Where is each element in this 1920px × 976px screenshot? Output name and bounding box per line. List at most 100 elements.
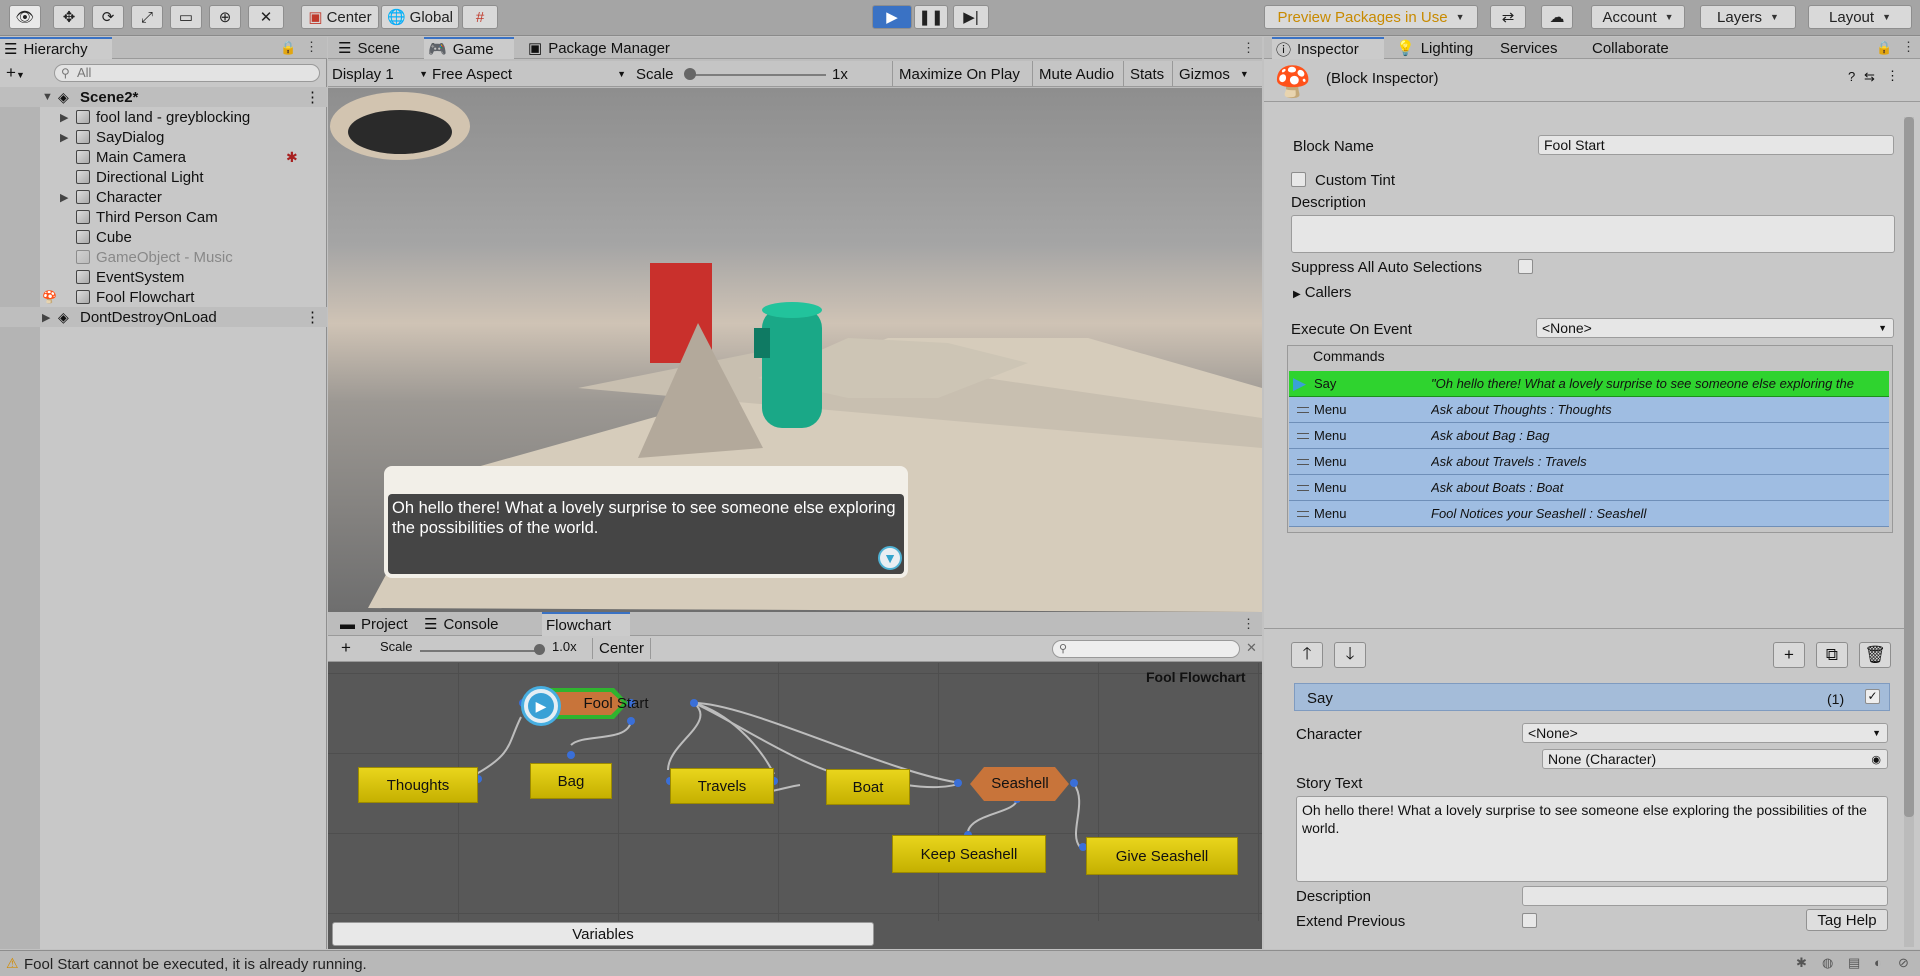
tab-game[interactable]: 🎮 Game	[424, 37, 514, 59]
story-text-field[interactable]: Oh hello there! What a lovely surprise t…	[1296, 796, 1888, 882]
callers-foldout[interactable]: ▶ Callers	[1293, 284, 1351, 301]
mute-audio-toggle[interactable]: Mute Audio	[1032, 61, 1114, 87]
debug-icon[interactable]: ✱	[1796, 955, 1807, 971]
gizmos-dropdown[interactable]: Gizmos ▼	[1172, 61, 1249, 87]
extend-previous-checkbox[interactable]	[1522, 913, 1537, 928]
progress-icon[interactable]: ◍	[1822, 955, 1833, 971]
tab-package-manager[interactable]: ▣ Package Manager	[524, 37, 694, 59]
tab-console[interactable]: ☰ Console	[420, 612, 510, 636]
expand-arrow-icon[interactable]: ▶	[60, 191, 68, 204]
scene-row[interactable]: ▼ ◈ Scene2* ⋮	[0, 87, 327, 107]
drag-handle-icon[interactable]	[1297, 510, 1309, 517]
node-bag[interactable]: Bag	[530, 763, 612, 799]
rect-tool-icon[interactable]: ▭	[170, 5, 202, 29]
lock-icon[interactable]: 🔒	[280, 40, 296, 56]
stats-toggle[interactable]: Stats	[1123, 61, 1164, 87]
view-tool-icon[interactable]: 👁	[9, 5, 41, 29]
scale-slider-track[interactable]	[690, 74, 826, 76]
clear-search-icon[interactable]: ✕	[1246, 640, 1257, 656]
say-command-header[interactable]: Say (1) ✓	[1294, 683, 1890, 711]
layers-dropdown[interactable]: Layers	[1700, 5, 1796, 29]
scale-tool-icon[interactable]: ⤢	[131, 5, 163, 29]
maximize-on-play-toggle[interactable]: Maximize On Play	[892, 61, 1020, 87]
start-play-icon[interactable]: ▶	[521, 686, 561, 726]
game-viewport[interactable]: Oh hello there! What a lovely surprise t…	[328, 88, 1262, 612]
component-menu-icon[interactable]: ⋮	[1886, 68, 1899, 84]
status-message[interactable]: Fool Start cannot be executed, it is alr…	[24, 956, 367, 973]
node-travels[interactable]: Travels	[670, 768, 774, 804]
flowchart-scale-slider[interactable]	[420, 650, 542, 652]
scene-menu-icon[interactable]: ⋮	[305, 308, 320, 326]
say-description-field[interactable]	[1522, 886, 1888, 906]
node-seashell[interactable]: Seashell	[972, 770, 1068, 796]
lock-icon[interactable]: 🔒	[1876, 40, 1892, 56]
scrollbar-thumb[interactable]	[1904, 117, 1914, 817]
hierarchy-item[interactable]: Directional Light	[0, 167, 327, 187]
flowchart-center-button[interactable]: Center	[592, 638, 652, 659]
duplicate-command-button[interactable]: ⧉	[1816, 642, 1848, 668]
more-options-icon[interactable]: ⋮	[1242, 40, 1255, 56]
flowchart-scale-handle[interactable]	[534, 644, 545, 655]
node-keep-seashell[interactable]: Keep Seashell	[892, 835, 1046, 873]
block-name-field[interactable]: Fool Start	[1538, 135, 1894, 155]
expand-arrow-icon[interactable]: ▼	[42, 91, 53, 103]
hierarchy-item[interactable]: 🍄 Fool Flowchart	[0, 287, 327, 307]
tag-help-button[interactable]: Tag Help	[1806, 909, 1888, 931]
hierarchy-item[interactable]: ▶ SayDialog	[0, 127, 327, 147]
hierarchy-item[interactable]: Third Person Cam	[0, 207, 327, 227]
command-row[interactable]: Menu Fool Notices your Seashell : Seashel…	[1289, 501, 1889, 527]
add-block-button[interactable]: +	[334, 638, 358, 660]
auto-refresh-icon[interactable]: ⊘	[1898, 955, 1909, 971]
pivot-global-button[interactable]: 🌐 Global	[381, 5, 459, 29]
command-row[interactable]: Menu Ask about Travels : Travels	[1289, 449, 1889, 475]
cloud-button[interactable]: ☁	[1541, 5, 1573, 29]
layout-dropdown[interactable]: Layout	[1808, 5, 1912, 29]
drag-handle-icon[interactable]	[1297, 458, 1309, 465]
preview-packages-button[interactable]: Preview Packages in Use	[1264, 5, 1478, 29]
grid-snap-button[interactable]: #	[462, 5, 498, 29]
custom-tint-checkbox[interactable]	[1291, 172, 1306, 187]
help-icon[interactable]: ?	[1848, 69, 1855, 84]
tab-scene[interactable]: ☰ Scene	[334, 37, 414, 59]
more-options-icon[interactable]: ⋮	[305, 39, 318, 55]
suppress-checkbox[interactable]	[1518, 259, 1533, 274]
lighting-status-icon[interactable]: ◐	[1874, 955, 1882, 970]
hierarchy-item[interactable]: GameObject - Music	[0, 247, 327, 267]
command-row[interactable]: Menu Ask about Bag : Bag	[1289, 423, 1889, 449]
tab-inspector[interactable]: ⓘ Inspector	[1272, 37, 1384, 59]
dontdestroy-row[interactable]: ▶ ◈ DontDestroyOnLoad ⋮	[0, 307, 327, 327]
execute-on-event-dropdown[interactable]: <None> ▼	[1536, 318, 1894, 338]
node-fool-start[interactable]: Fool Start	[568, 691, 664, 715]
hierarchy-item[interactable]: ▶ fool land - greyblocking	[0, 107, 327, 127]
add-command-button[interactable]: +	[1773, 642, 1805, 668]
pivot-center-button[interactable]: ▣ Center	[301, 5, 379, 29]
tab-lighting[interactable]: 💡 Lighting	[1392, 37, 1482, 59]
say-dialog-box[interactable]: Oh hello there! What a lovely surprise t…	[388, 494, 904, 574]
drag-handle-icon[interactable]	[1297, 432, 1309, 439]
inspector-scrollbar[interactable]	[1904, 117, 1914, 947]
collab-button[interactable]: ⇄	[1490, 5, 1526, 29]
custom-tool-icon[interactable]: ✕	[248, 5, 284, 29]
flowchart-canvas[interactable]: Fool Flowchart ▶ Fool Start Thoughts Bag…	[328, 663, 1262, 921]
account-dropdown[interactable]: Account	[1591, 5, 1685, 29]
character-object-field[interactable]: None (Character) ◉	[1542, 749, 1888, 769]
continue-arrow-icon[interactable]: ▼	[878, 546, 902, 570]
node-boat[interactable]: Boat	[826, 769, 910, 805]
preset-icon[interactable]: ⇆	[1864, 69, 1875, 85]
scene-menu-icon[interactable]: ⋮	[305, 88, 320, 106]
description-field[interactable]	[1291, 215, 1895, 253]
move-tool-icon[interactable]: ✥	[53, 5, 85, 29]
command-row[interactable]: Menu Ask about Thoughts : Thoughts	[1289, 397, 1889, 423]
node-give-seashell[interactable]: Give Seashell	[1086, 837, 1238, 875]
step-button[interactable]: ▶|	[953, 5, 989, 29]
expand-arrow-icon[interactable]: ▶	[42, 311, 50, 324]
delete-command-button[interactable]: 🗑	[1859, 642, 1891, 668]
hierarchy-item[interactable]: Cube	[0, 227, 327, 247]
node-thoughts[interactable]: Thoughts	[358, 767, 478, 803]
tab-collaborate[interactable]: Collaborate	[1588, 37, 1698, 59]
tab-project[interactable]: ▬ Project	[336, 612, 416, 636]
expand-arrow-icon[interactable]: ▶	[60, 111, 68, 124]
move-down-button[interactable]: 🡓	[1334, 642, 1366, 668]
pause-button[interactable]: ❚❚	[914, 5, 948, 29]
more-options-icon[interactable]: ⋮	[1902, 39, 1915, 55]
